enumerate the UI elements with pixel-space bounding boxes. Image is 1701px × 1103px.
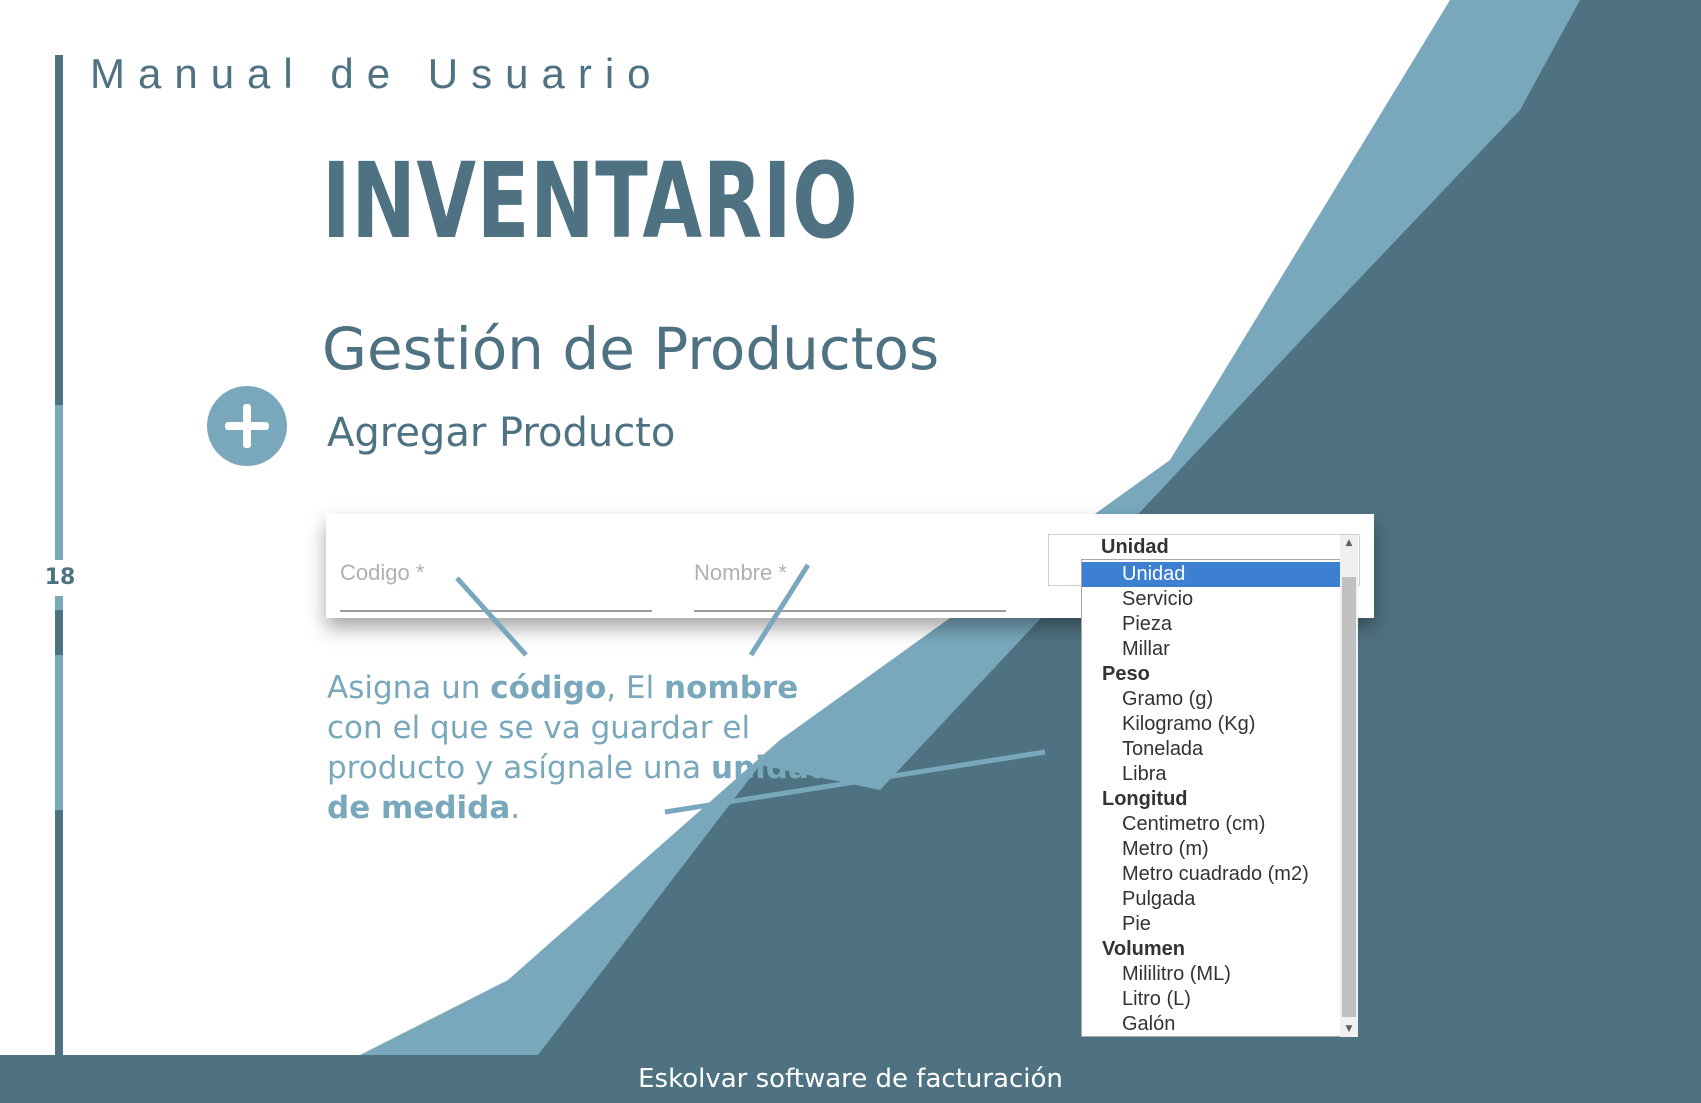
dropdown-option[interactable]: Litro (L) [1082, 987, 1343, 1012]
code-field[interactable]: Codigo * [340, 560, 652, 612]
footer: Eskolvar software de facturación [0, 1055, 1701, 1103]
name-placeholder: Nombre * [694, 560, 787, 585]
unit-dropdown-list[interactable]: Unidad Servicio Pieza Millar Peso Gramo … [1081, 559, 1358, 1037]
dropdown-option[interactable]: Pie [1082, 912, 1343, 937]
dropdown-option[interactable]: Metro (m) [1082, 837, 1343, 862]
name-field[interactable]: Nombre * [694, 560, 1006, 612]
plus-icon [207, 386, 287, 466]
side-bar [55, 55, 63, 1055]
action-title: Agregar Producto [327, 410, 676, 456]
dropdown-option[interactable]: Unidad [1082, 562, 1343, 587]
dropdown-option[interactable]: Kilogramo (Kg) [1082, 712, 1343, 737]
dropdown-group-label: Unidad [1101, 536, 1169, 558]
section-subtitle: Gestión de Productos [322, 315, 940, 383]
dropdown-option[interactable]: Centimetro (cm) [1082, 812, 1343, 837]
dropdown-group-label: Longitud [1102, 788, 1188, 810]
scroll-up-arrow-icon[interactable]: ▲ [1340, 535, 1358, 551]
dropdown-option[interactable]: Galón [1082, 1012, 1343, 1036]
page-title: INVENTARIO [322, 140, 859, 262]
dropdown-option[interactable]: Mililitro (ML) [1082, 962, 1343, 987]
instruction-text: Asigna un código, El nombre con el que s… [327, 670, 832, 826]
scroll-thumb[interactable] [1342, 577, 1356, 1017]
side-bar-accent [55, 655, 63, 810]
manual-title: Manual de Usuario [90, 50, 664, 97]
dropdown-group-label: Peso [1102, 663, 1150, 685]
dropdown-option[interactable]: Libra [1082, 762, 1343, 787]
dropdown-option[interactable]: Millar [1082, 637, 1343, 662]
dropdown-option[interactable]: Tonelada [1082, 737, 1343, 762]
code-placeholder: Codigo * [340, 560, 425, 585]
dropdown-scrollbar[interactable]: ▲ ▼ [1340, 535, 1358, 1037]
dropdown-option[interactable]: Pieza [1082, 612, 1343, 637]
scroll-down-arrow-icon[interactable]: ▼ [1340, 1021, 1358, 1037]
dropdown-option[interactable]: Servicio [1082, 587, 1343, 612]
dropdown-option[interactable]: Pulgada [1082, 887, 1343, 912]
dropdown-option[interactable]: Gramo (g) [1082, 687, 1343, 712]
page-number: 18 [42, 560, 78, 596]
dropdown-option[interactable]: Metro cuadrado (m2) [1082, 862, 1343, 887]
dropdown-group-label: Volumen [1102, 938, 1185, 960]
